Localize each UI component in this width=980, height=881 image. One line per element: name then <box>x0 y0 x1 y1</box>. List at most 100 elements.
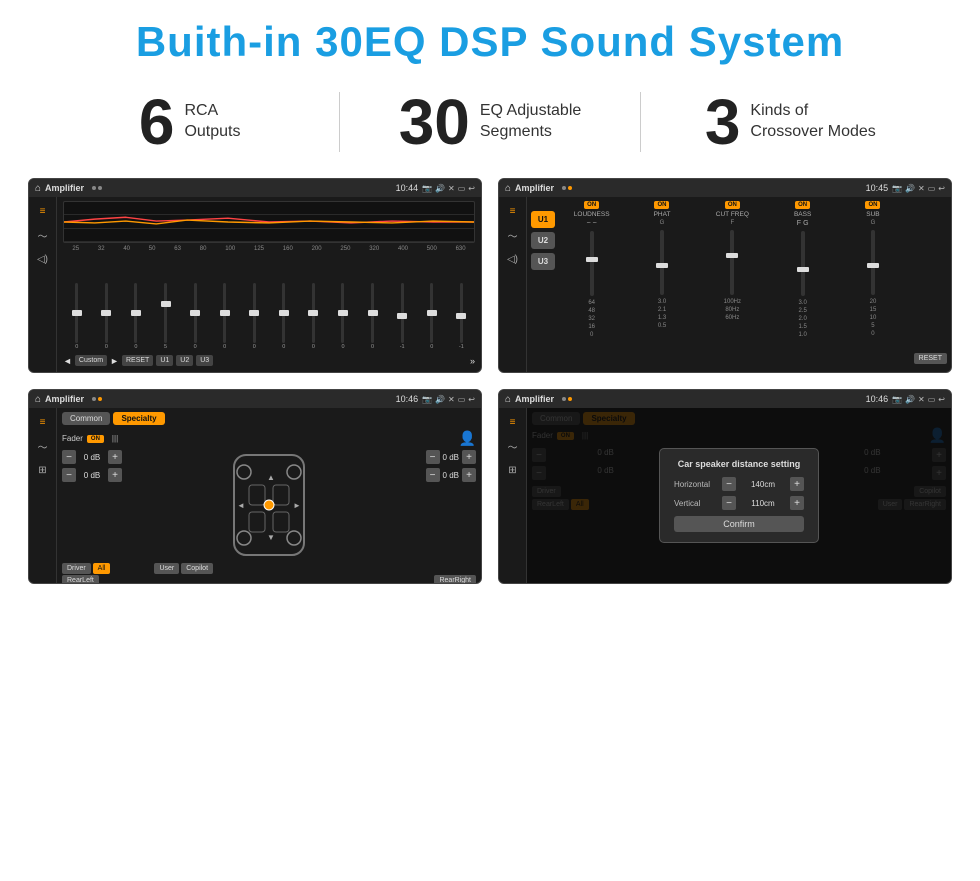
camera-icon-4: 📷 <box>892 395 902 404</box>
fader-rr-minus[interactable]: − <box>426 468 440 482</box>
fader-fl-plus[interactable]: + <box>108 450 122 464</box>
eq-more-btn[interactable]: » <box>470 356 475 366</box>
cutfreq-on[interactable]: ON <box>725 201 740 209</box>
fader-on-badge[interactable]: ON <box>87 435 104 443</box>
camera-icon: 📷 <box>422 184 432 193</box>
amp-reset-btn[interactable]: RESET <box>914 353 947 364</box>
screen3-content: ≡ 〜 ⊞ Common Specialty Fader ON ||| 👤 <box>29 408 481 583</box>
freq-32: 32 <box>98 246 105 252</box>
fader-expand-icon[interactable]: ⊞ <box>33 462 53 478</box>
back-icon[interactable]: ↩ <box>468 184 475 193</box>
fader-copilot-btn[interactable]: Copilot <box>181 563 213 574</box>
dialog-horizontal-plus[interactable]: + <box>790 477 804 491</box>
speaker-icon[interactable]: ◁) <box>33 251 53 267</box>
home-icon-4[interactable]: ⌂ <box>505 394 511 405</box>
screen2-dots <box>562 186 572 190</box>
fader-user-btn[interactable]: User <box>154 563 179 574</box>
fader-driver-btn[interactable]: Driver <box>62 563 91 574</box>
loudness-slider[interactable] <box>590 231 594 296</box>
eq-u1-btn[interactable]: U1 <box>156 355 173 366</box>
eq-prev-btn[interactable]: ◄ <box>63 356 72 366</box>
speaker-icon-2[interactable]: ◁) <box>503 251 523 267</box>
eq-icon-3[interactable]: ≡ <box>33 414 53 430</box>
fader-fr-minus[interactable]: − <box>426 450 440 464</box>
back-icon-2[interactable]: ↩ <box>938 184 945 193</box>
fader-rearleft-btn[interactable]: RearLeft <box>62 575 99 584</box>
fader-fl-minus[interactable]: − <box>62 450 76 464</box>
bass-slider[interactable] <box>801 231 805 296</box>
wave-icon-4[interactable]: 〜 <box>503 438 523 454</box>
fader-tab-common[interactable]: Common <box>62 412 110 425</box>
back-icon-4[interactable]: ↩ <box>938 395 945 404</box>
eq-slider-0[interactable]: 0 <box>63 283 91 350</box>
eq-u3-btn[interactable]: U3 <box>196 355 213 366</box>
eq-u2-btn[interactable]: U2 <box>176 355 193 366</box>
amp-u3-btn[interactable]: U3 <box>531 253 555 270</box>
eq-slider-7[interactable]: 0 <box>270 283 298 350</box>
fader-tab-specialty[interactable]: Specialty <box>113 412 164 425</box>
fader-rr-plus[interactable]: + <box>462 468 476 482</box>
dot3 <box>562 186 566 190</box>
fader-rl-minus[interactable]: − <box>62 468 76 482</box>
eq-slider-4[interactable]: 0 <box>181 283 209 350</box>
fader-label-row: Fader ON ||| 👤 <box>62 430 476 447</box>
dialog-confirm-button[interactable]: Confirm <box>674 516 804 532</box>
amp-cutfreq: ON CUT FREQ F 100Hz 80Hz 60Hz <box>699 201 766 368</box>
eq-slider-5[interactable]: 0 <box>211 283 239 350</box>
bass-on[interactable]: ON <box>795 201 810 209</box>
eq-slider-12[interactable]: 0 <box>418 283 446 350</box>
eq-play-btn[interactable]: ► <box>110 356 119 366</box>
cutfreq-slider[interactable] <box>730 230 734 295</box>
home-icon[interactable]: ⌂ <box>35 183 41 194</box>
back-icon-3[interactable]: ↩ <box>468 395 475 404</box>
wave-icon[interactable]: 〜 <box>33 227 53 243</box>
eq-slider-9[interactable]: 0 <box>329 283 357 350</box>
eq-reset-btn[interactable]: RESET <box>122 355 153 366</box>
screen2-icons: 📷 🔊 ✕ ▭ ↩ <box>892 184 945 193</box>
amp-u1-btn[interactable]: U1 <box>531 211 555 228</box>
amp-u2-btn[interactable]: U2 <box>531 232 555 249</box>
eq-slider-3[interactable]: 5 <box>152 283 180 350</box>
eq-icon-4[interactable]: ≡ <box>503 414 523 430</box>
amp-loudness: ON LOUDNESS ~~ 64 48 32 16 0 <box>558 201 625 368</box>
sub-on[interactable]: ON <box>865 201 880 209</box>
distance-dialog: Car speaker distance setting Horizontal … <box>659 448 819 543</box>
fader-bottom-bar-2: RearLeft RearRight <box>62 575 476 584</box>
eq-slider-13[interactable]: -1 <box>448 283 476 350</box>
dialog-vertical-row: Vertical − 110cm + <box>674 496 804 510</box>
fader-rearright-btn[interactable]: RearRight <box>434 575 476 584</box>
home-icon-3[interactable]: ⌂ <box>35 394 41 405</box>
eq-curve-svg <box>64 202 474 242</box>
fader-all-btn[interactable]: All <box>93 563 111 574</box>
eq-icon-2[interactable]: ≡ <box>503 203 523 219</box>
loudness-on[interactable]: ON <box>584 201 599 209</box>
amp-main: U1 U2 U3 ON LOUDNESS ~~ <box>527 197 951 372</box>
fader-expand-icon-2[interactable]: ⊞ <box>503 462 523 478</box>
loudness-label: LOUDNESS <box>574 211 610 218</box>
dialog-vertical-plus[interactable]: + <box>790 496 804 510</box>
eq-slider-11[interactable]: -1 <box>388 283 416 350</box>
fader-fr-plus[interactable]: + <box>462 450 476 464</box>
home-icon-2[interactable]: ⌂ <box>505 183 511 194</box>
eq-custom-btn[interactable]: Custom <box>75 355 107 366</box>
phat-slider[interactable] <box>660 230 664 295</box>
fader-car-diagram: ▲ ▼ ◄ ► <box>130 450 408 560</box>
dialog-vertical-minus[interactable]: − <box>722 496 736 510</box>
eq-slider-8[interactable]: 0 <box>300 283 328 350</box>
dot7 <box>562 397 566 401</box>
phat-on[interactable]: ON <box>654 201 669 209</box>
phat-label: PHAT <box>654 211 671 218</box>
wave-icon-3[interactable]: 〜 <box>33 438 53 454</box>
screen-fader: ⌂ Amplifier 10:46 📷 🔊 ✕ ▭ ↩ ≡ 〜 ⊞ <box>28 389 482 584</box>
wave-icon-2[interactable]: 〜 <box>503 227 523 243</box>
eq-slider-6[interactable]: 0 <box>240 283 268 350</box>
eq-icon[interactable]: ≡ <box>33 203 53 219</box>
freq-250: 250 <box>340 246 350 252</box>
fader-rl-plus[interactable]: + <box>108 468 122 482</box>
eq-slider-2[interactable]: 0 <box>122 283 150 350</box>
eq-slider-1[interactable]: 0 <box>93 283 121 350</box>
sub-slider[interactable] <box>871 230 875 295</box>
eq-slider-10[interactable]: 0 <box>359 283 387 350</box>
dialog-horizontal-minus[interactable]: − <box>722 477 736 491</box>
svg-text:▼: ▼ <box>267 533 275 542</box>
